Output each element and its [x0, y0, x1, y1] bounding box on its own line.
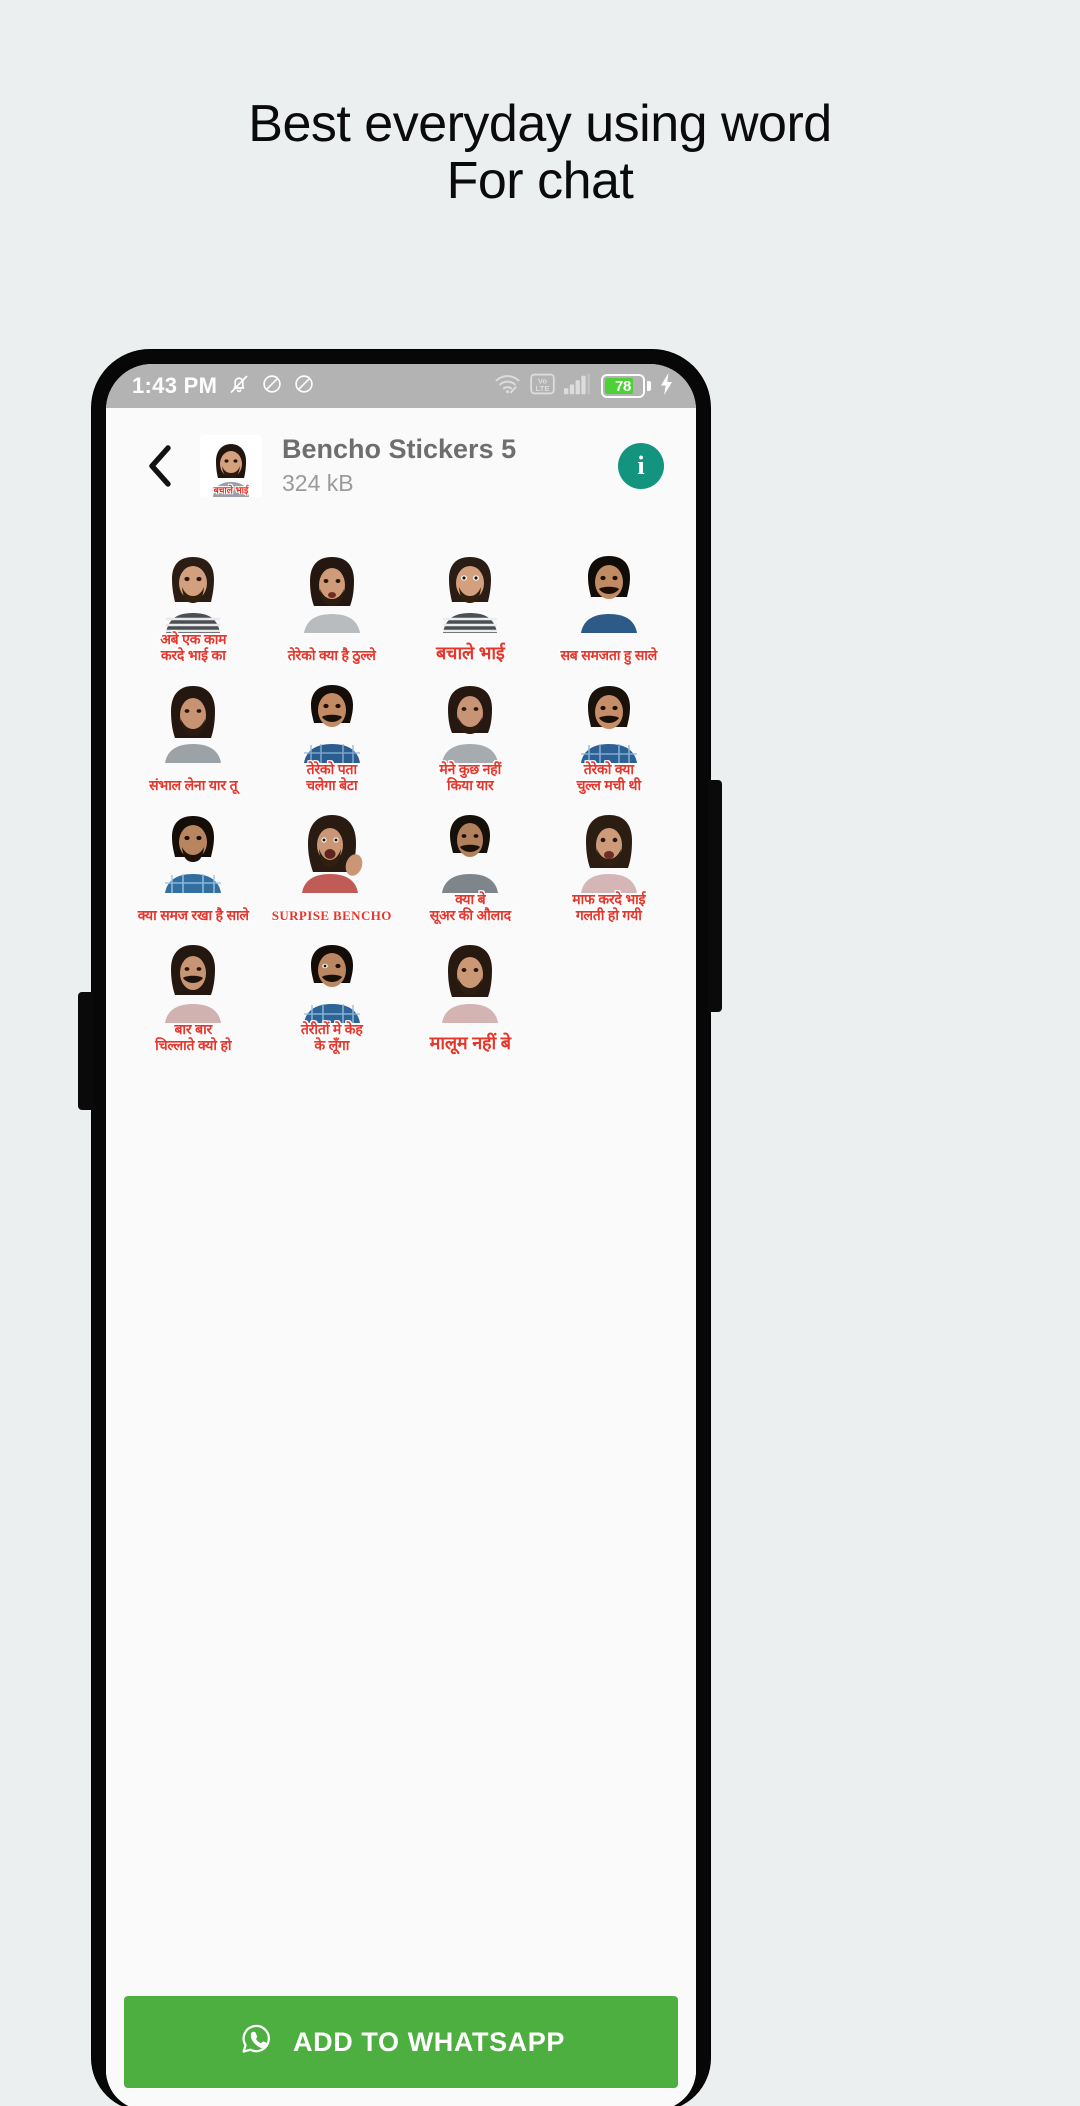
sticker-face-icon [442, 686, 499, 764]
sticker-item[interactable]: SURPISE BENCHO [263, 803, 402, 925]
chevron-left-icon [149, 444, 171, 487]
sticker-item[interactable]: मालूम नहीं बे [401, 933, 540, 1055]
sticker-face-icon [580, 686, 637, 764]
battery-cap [647, 381, 651, 391]
notifications-off-icon [227, 372, 251, 401]
do-not-disturb-icon [261, 373, 283, 400]
sticker-item[interactable]: तेरेको पता चलेगा बेटा [263, 673, 402, 795]
sticker-face-icon [580, 815, 637, 894]
sticker-face-icon [165, 945, 222, 1024]
sticker-item[interactable]: तेरीतों मे केह के लूँगा [263, 933, 402, 1055]
sticker-face-icon [303, 557, 360, 634]
signal-bars-icon [564, 373, 592, 400]
volte-icon: Vo LTE [530, 372, 555, 401]
add-to-whatsapp-label: ADD TO WHATSAPP [293, 2026, 565, 2057]
sticker-caption: अबे एक काम करदे भाई का [160, 630, 227, 663]
battery-indicator: 78 [601, 374, 651, 398]
sticker-caption: संभाल लेना यार तू [149, 776, 238, 793]
sticker-caption: SURPISE BENCHO [271, 907, 392, 923]
sticker-caption: तेरेको क्या चुल्ल मची थी [576, 760, 642, 793]
sticker-caption: क्या बे सूअर की औलाद [429, 890, 511, 923]
sticker-caption: बार बार चिल्लाते क्यो हो [155, 1020, 232, 1053]
sticker-item[interactable]: मेने कुछ नहीं किया यार [401, 673, 540, 795]
sticker-face-icon [165, 816, 222, 894]
sticker-item[interactable]: तेरेको क्या है ठुल्ले [263, 543, 402, 665]
charging-bolt-icon [660, 372, 674, 400]
add-to-whatsapp-button[interactable]: ADD TO WHATSAPP [124, 1996, 678, 2088]
pack-thumbnail-caption: बचाले भाई [213, 484, 249, 495]
sticker-caption: सब समजता हु साले [560, 646, 658, 663]
do-not-disturb-icon-2 [293, 373, 315, 400]
pack-title: Bencho Stickers 5 [282, 434, 517, 464]
info-button[interactable]: i [618, 442, 664, 489]
phone-screen: 1:43 PM Vo LTE 78 बचाले भाई Bencho Stick… [106, 364, 696, 2106]
sticker-face-icon [303, 685, 360, 764]
sticker-face-icon [166, 557, 221, 634]
sticker-item[interactable]: अबे एक काम करदे भाई का [124, 543, 263, 665]
phone-mockup-frame: 1:43 PM Vo LTE 78 बचाले भाई Bencho Stick… [92, 350, 710, 2106]
promo-heading-line-2: For chat [446, 152, 634, 211]
sticker-caption: तेरीतों मे केह के लूँगा [300, 1020, 363, 1053]
svg-text:LTE: LTE [536, 383, 550, 392]
promo-heading: Best everyday using word For chat [0, 95, 1080, 211]
sticker-face-icon [165, 686, 222, 764]
sticker-caption: बचाले भाई [435, 643, 505, 664]
pack-thumbnail: बचाले भाई [200, 434, 262, 497]
battery-percent: 78 [614, 377, 632, 395]
sticker-face-icon [580, 556, 637, 634]
sticker-grid: अबे एक काम करदे भाई का तेरेको क्या है ठु… [106, 519, 696, 1056]
sticker-item[interactable]: क्या समज रखा है साले [124, 803, 263, 925]
info-icon: i [637, 450, 645, 480]
sticker-caption: माफ करदे भाई गलती हो गयी [572, 890, 646, 923]
back-button[interactable] [132, 437, 190, 495]
volume-button[interactable] [78, 992, 94, 1110]
sticker-caption: तेरेको पता चलेगा बेटा [306, 760, 358, 793]
wifi-icon [494, 373, 521, 400]
sticker-face-icon [443, 557, 498, 634]
sticker-item[interactable]: माफ करदे भाई गलती हो गयी [540, 803, 679, 925]
cta-container: ADD TO WHATSAPP [106, 1996, 696, 2106]
sticker-face-icon [442, 815, 499, 894]
status-bar: 1:43 PM Vo LTE 78 [106, 364, 696, 408]
sticker-face-icon [303, 945, 360, 1024]
promo-heading-line-1: Best everyday using word [248, 95, 832, 153]
app-header: बचाले भाई Bencho Stickers 5 324 kB i [106, 408, 696, 520]
sticker-item[interactable]: बचाले भाई [401, 543, 540, 665]
sticker-face-icon [301, 815, 363, 894]
sticker-item[interactable]: तेरेको क्या चुल्ल मची थी [540, 673, 679, 795]
sticker-item[interactable]: संभाल लेना यार तू [124, 673, 263, 795]
pack-size: 324 kB [282, 470, 354, 497]
sticker-face-icon [442, 945, 499, 1024]
status-bar-clock: 1:43 PM [132, 373, 218, 398]
sticker-caption: मालूम नहीं बे [429, 1033, 511, 1054]
sticker-caption: क्या समज रखा है साले [137, 906, 249, 923]
sticker-item[interactable]: सब समजता हु साले [540, 543, 679, 665]
sticker-caption: मेने कुछ नहीं किया यार [439, 760, 502, 793]
power-button[interactable] [708, 780, 722, 1012]
sticker-item[interactable]: क्या बे सूअर की औलाद [401, 803, 540, 925]
whatsapp-icon [237, 2020, 275, 2065]
pack-meta: Bencho Stickers 5 324 kB [282, 434, 614, 497]
sticker-item[interactable]: बार बार चिल्लाते क्यो हो [124, 933, 263, 1055]
grid-empty-space [106, 1055, 696, 2106]
sticker-caption: तेरेको क्या है ठुल्ले [287, 646, 376, 663]
